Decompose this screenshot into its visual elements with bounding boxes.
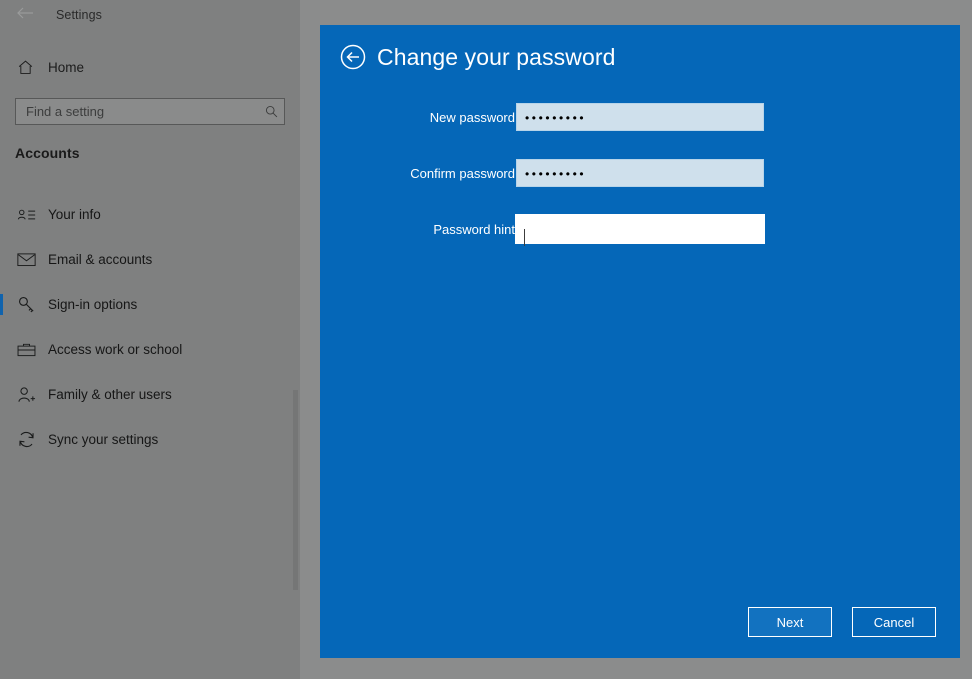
sidebar-item-label: Family & other users — [48, 387, 172, 402]
page-title: Accounts — [15, 145, 80, 161]
change-password-panel: Change your password New password ••••••… — [320, 25, 960, 658]
sidebar-item-family-other-users[interactable]: Family & other users — [0, 372, 300, 417]
sidebar-scrollbar[interactable] — [290, 0, 300, 679]
sidebar-nav-list: Your info Email & accounts Sign-in optio… — [0, 192, 300, 462]
sidebar-item-home[interactable]: Home — [0, 53, 300, 81]
sidebar-item-home-label: Home — [48, 59, 85, 75]
password-hint-input[interactable] — [516, 215, 764, 243]
field-label: Confirm password — [410, 166, 515, 181]
panel-action-buttons: Next Cancel — [320, 607, 960, 641]
contact-card-icon — [14, 203, 38, 227]
sidebar-item-label: Email & accounts — [48, 252, 153, 267]
field-label: Password hint — [433, 222, 515, 237]
sidebar-item-your-info[interactable]: Your info — [0, 192, 300, 237]
home-icon — [14, 56, 36, 78]
sidebar-item-email-accounts[interactable]: Email & accounts — [0, 237, 300, 282]
new-password-input[interactable]: ••••••••• — [516, 103, 764, 131]
sidebar-item-sign-in-options[interactable]: Sign-in options — [0, 282, 300, 327]
sidebar-item-label: Access work or school — [48, 342, 183, 357]
field-row-new-password: New password ••••••••• — [320, 103, 960, 133]
sidebar-item-label: Sign-in options — [48, 297, 138, 312]
confirm-password-input[interactable]: ••••••••• — [516, 159, 764, 187]
search-box[interactable] — [15, 98, 285, 125]
selection-indicator — [0, 294, 3, 315]
field-row-password-hint: Password hint — [320, 215, 960, 245]
briefcase-icon — [14, 338, 38, 362]
back-arrow-icon[interactable] — [14, 6, 36, 24]
settings-sidebar: Settings Home Accounts — [0, 0, 300, 679]
search-input[interactable] — [16, 99, 258, 124]
person-add-icon — [14, 383, 38, 407]
envelope-icon — [14, 248, 38, 272]
sidebar-item-label: Your info — [48, 207, 101, 222]
panel-title: Change your password — [377, 44, 616, 70]
key-icon — [14, 293, 38, 317]
next-button[interactable]: Next — [748, 607, 832, 637]
sidebar-item-access-work-or-school[interactable]: Access work or school — [0, 327, 300, 372]
panel-header: Change your password — [339, 43, 616, 71]
sidebar-scrollbar-thumb[interactable] — [293, 390, 298, 590]
app-title: Settings — [56, 8, 102, 22]
circle-back-arrow-icon[interactable] — [339, 43, 367, 71]
cancel-button[interactable]: Cancel — [852, 607, 936, 637]
field-label: New password — [429, 110, 515, 125]
window-titlebar: Settings — [0, 0, 300, 30]
text-cursor — [524, 229, 525, 246]
sync-refresh-icon — [14, 428, 38, 452]
search-icon[interactable] — [258, 99, 284, 124]
sidebar-item-label: Sync your settings — [48, 432, 159, 447]
sidebar-item-sync-your-settings[interactable]: Sync your settings — [0, 417, 300, 462]
field-row-confirm-password: Confirm password ••••••••• — [320, 159, 960, 189]
